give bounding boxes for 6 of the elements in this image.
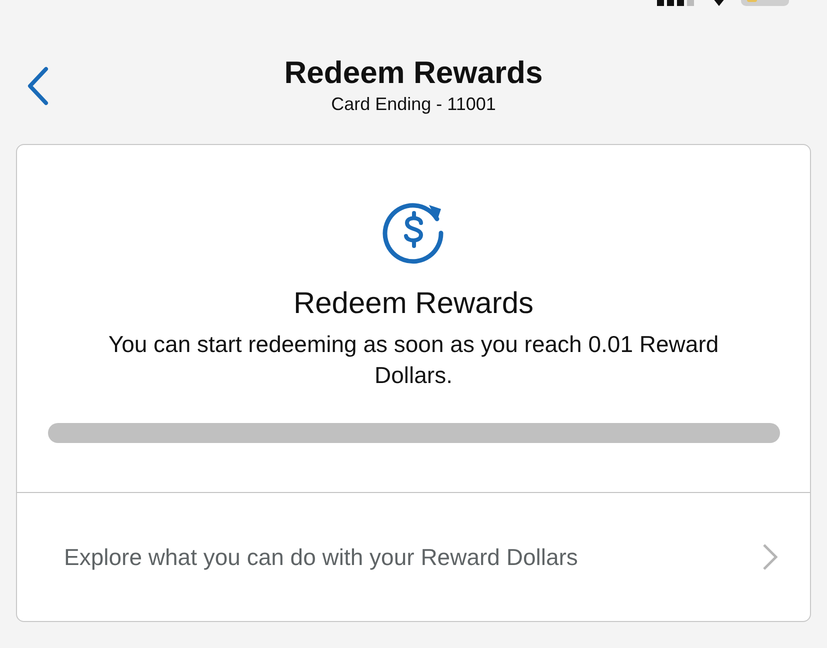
card-ending-label: Card Ending - 11001 <box>330 94 497 115</box>
card-heading: Redeem Rewards <box>293 287 534 321</box>
chevron-right-icon <box>762 543 778 571</box>
explore-link[interactable]: Explore what you can do with your Reward Dollars <box>17 493 810 621</box>
redeem-message: You can start redeeming as soon as you reach 0.01 Reward Dollars. <box>107 330 720 390</box>
page-title: Redeem Rewards <box>284 54 543 92</box>
